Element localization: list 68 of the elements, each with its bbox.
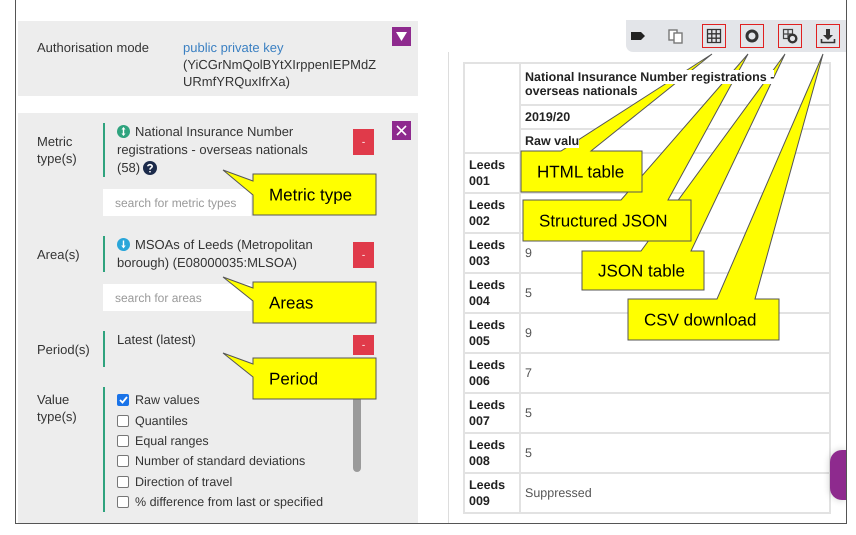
toolbar-button[interactable]: [702, 24, 726, 48]
close-button[interactable]: [392, 121, 411, 140]
option-label[interactable]: Direction of travel: [135, 472, 232, 491]
chat-button[interactable]: [830, 450, 846, 500]
row-header: Leeds 002: [464, 193, 520, 233]
row-header: Leeds 007: [464, 393, 520, 433]
option-label[interactable]: % difference from last or specified: [135, 493, 324, 512]
search-field[interactable]: search for metric types: [103, 189, 251, 216]
field-label: Authorisation mode: [37, 39, 150, 57]
field-label: Metric type(s): [37, 133, 78, 167]
table-icon: [706, 28, 722, 44]
callout-text: Areas: [269, 294, 314, 312]
callout-text: Period: [269, 370, 318, 388]
table-cell: 5: [525, 406, 532, 420]
caret-down-icon: [396, 32, 407, 41]
expand-toggle[interactable]: [392, 27, 411, 46]
checkbox[interactable]: [117, 394, 129, 406]
period-header: 2019/20: [525, 110, 570, 124]
table-cell: 9: [525, 326, 532, 340]
table-cell: 5: [525, 446, 532, 460]
help-icon[interactable]: [143, 161, 158, 175]
remove-button[interactable]: -: [353, 129, 374, 155]
option-label[interactable]: Equal ranges: [135, 432, 209, 450]
option-label[interactable]: Number of standard deviations: [135, 452, 306, 470]
field-label: Value type(s): [37, 391, 78, 425]
table-ring-icon: [782, 28, 798, 44]
table-cell: 5: [525, 286, 532, 300]
row-header: Leeds 008: [464, 433, 520, 473]
info-icon: [117, 238, 130, 251]
callout-text: HTML table: [537, 162, 624, 182]
checkbox[interactable]: [117, 434, 129, 447]
selected-item: MSOAs of Leeds (Metropolitan borough) (E08000035:MLSOA): [117, 236, 314, 272]
selected-item: National Insurance Number registrations - overseas nationals (58): [117, 123, 309, 177]
remove-button[interactable]: -: [353, 242, 374, 268]
checkbox[interactable]: [117, 455, 129, 468]
callout-text: JSON table: [598, 262, 685, 280]
option-label[interactable]: Quantiles: [135, 412, 188, 430]
ring-icon: [744, 28, 760, 44]
auth-key: (YiCGrNmQolBYtXIrppenIEPMdZURmfYRQuxIfrXa): [183, 56, 383, 90]
search-field[interactable]: search for areas: [103, 284, 251, 311]
toolbar-button[interactable]: [778, 24, 802, 48]
checkbox[interactable]: [117, 476, 129, 488]
callout-text: Metric type: [269, 186, 352, 204]
toolbar-button[interactable]: [740, 24, 764, 48]
table-cell: 9: [525, 246, 532, 260]
row-header: Leeds 004: [464, 273, 520, 313]
row-header: Leeds 009: [464, 473, 520, 513]
row-header: Leeds 005: [464, 313, 520, 353]
field-label: Period(s): [37, 340, 91, 358]
selected-item: Latest (latest): [117, 331, 197, 349]
row-header: Leeds 003: [464, 233, 520, 273]
auth-mode-link[interactable]: public private key: [183, 39, 383, 56]
callout-text: CSV download: [644, 310, 756, 330]
copy-icon: [668, 28, 684, 44]
option-label[interactable]: Raw values: [135, 391, 200, 410]
checkbox[interactable]: [117, 414, 129, 427]
download-icon: [820, 28, 836, 44]
sort-icon: [117, 125, 130, 138]
callout-text: Structured JSON: [539, 212, 668, 230]
table-cell: 7: [525, 366, 532, 380]
toolbar-button[interactable]: [816, 24, 840, 48]
remove-button[interactable]: -: [353, 335, 374, 355]
field-label: Area(s): [37, 246, 81, 262]
table-cell: Suppressed: [525, 486, 592, 500]
close-icon: [396, 125, 407, 136]
row-header: Leeds 006: [464, 353, 520, 393]
value-type-header: Raw valu: [525, 134, 580, 148]
checkbox[interactable]: [117, 496, 129, 508]
